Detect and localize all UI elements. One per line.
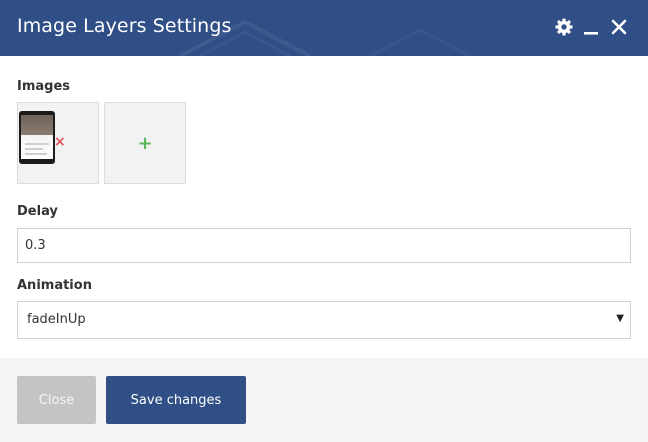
delay-input[interactable]: [18, 229, 621, 262]
dialog-footer: Close Save changes: [0, 358, 648, 442]
delay-label: Delay: [17, 204, 58, 219]
save-changes-button[interactable]: Save changes: [106, 376, 246, 424]
settings-button[interactable]: [553, 15, 575, 39]
image-layers-settings-dialog: Image Layers Settings Images × + Delay 0…: [0, 0, 648, 442]
animation-selected-value: fadeInUp: [27, 312, 86, 327]
animation-select[interactable]: fadeInUp ▼: [17, 301, 631, 339]
delay-field-wrapper: [17, 228, 631, 263]
minimize-icon: [584, 32, 598, 35]
close-icon: [611, 19, 627, 35]
close-dialog-button[interactable]: [608, 15, 630, 39]
gear-icon: [555, 18, 573, 36]
dropdown-caret-icon: ▼: [616, 313, 624, 324]
image-thumbnail[interactable]: ×: [17, 102, 99, 184]
animation-label: Animation: [17, 278, 92, 293]
close-button[interactable]: Close: [17, 376, 96, 424]
plus-icon: +: [137, 132, 153, 154]
dialog-title: Image Layers Settings: [17, 15, 232, 37]
tablet-image-preview: [19, 111, 55, 164]
images-label: Images: [17, 79, 71, 94]
dialog-header: Image Layers Settings: [0, 0, 648, 56]
minimize-button[interactable]: [580, 15, 602, 39]
add-image-button[interactable]: +: [104, 102, 186, 184]
remove-image-icon[interactable]: ×: [54, 135, 66, 149]
